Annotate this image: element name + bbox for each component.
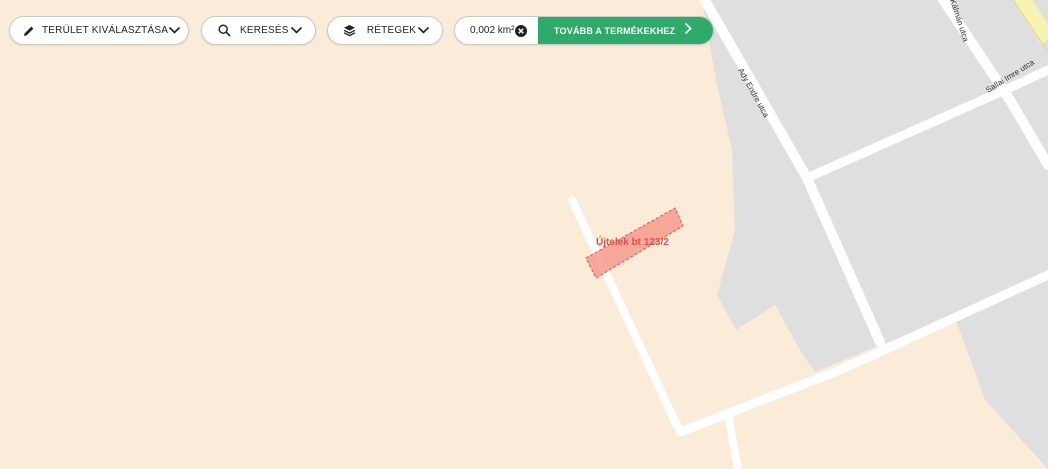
parcel-label: Újtelek bt 123/2 [596,235,669,248]
next-to-products-button[interactable]: Tovább a termékekhez [538,17,713,44]
chevron-down-icon [168,24,181,38]
layers-button[interactable]: Rétegek [327,16,443,45]
search-label: Keresés [240,25,289,36]
chevron-down-icon [289,24,303,38]
layers-label: Rétegek [366,25,417,36]
layers-icon [342,23,358,39]
area-value-field: 0,002 km² [455,17,538,44]
area-value: 0,002 km² [470,25,515,36]
area-select-button[interactable]: Terület kiválasztása [9,16,189,45]
area-summary: 0,002 km² Tovább a termékekhez [454,16,714,45]
search-button[interactable]: Keresés [201,16,316,45]
map-canvas[interactable]: Ady Endre utca Kálmán utca Sallai Imre u… [0,0,1048,469]
next-to-products-label: Tovább a termékekhez [554,25,676,36]
area-select-label: Terület kiválasztása [42,25,169,36]
chevron-down-icon [416,24,430,38]
chevron-right-icon [684,22,693,40]
pencil-icon [23,23,35,39]
search-icon [216,23,232,39]
close-circle-icon[interactable] [514,24,528,38]
